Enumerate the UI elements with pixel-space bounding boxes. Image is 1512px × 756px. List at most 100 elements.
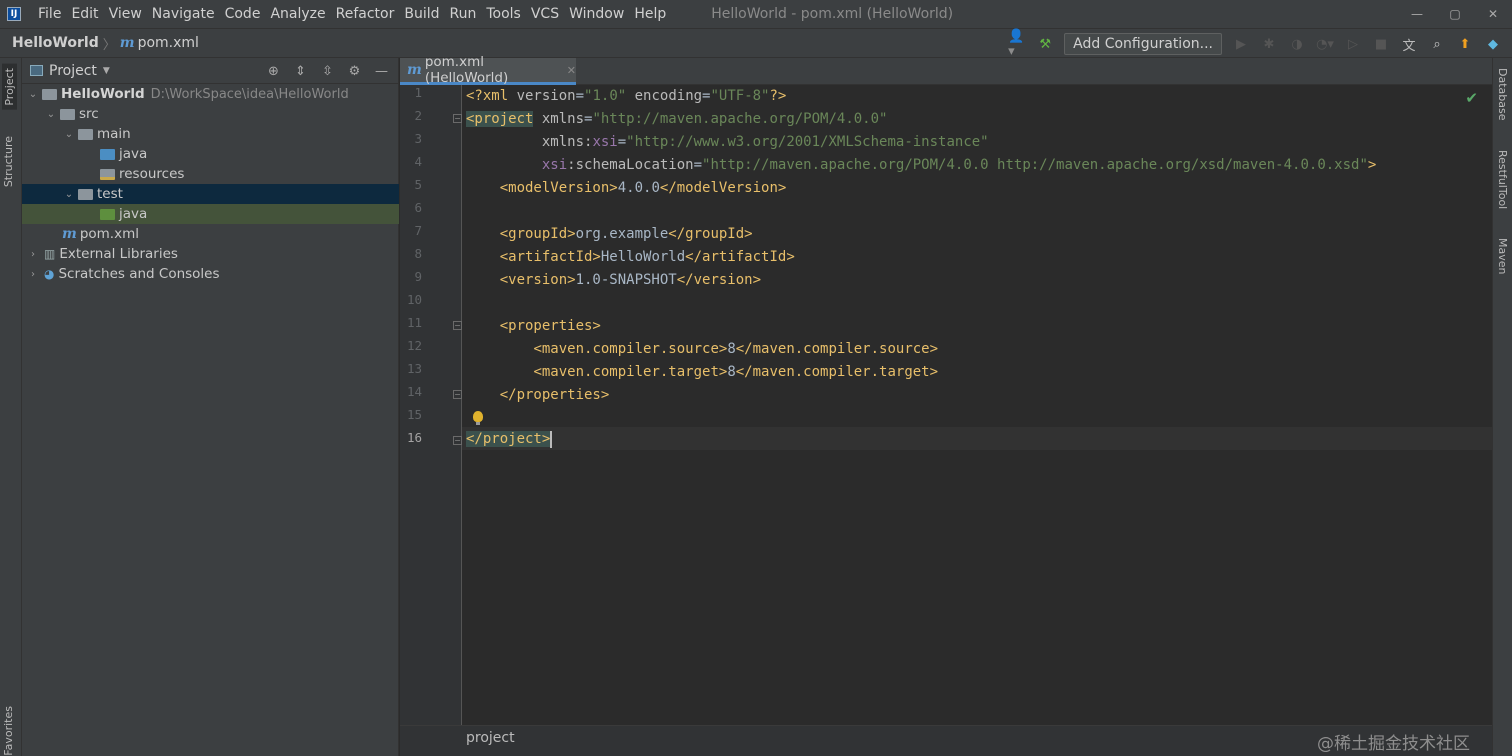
- tree-node-label: External Libraries: [59, 246, 178, 262]
- expand-all-icon[interactable]: ⇕: [292, 64, 309, 79]
- coverage-icon[interactable]: ◑: [1288, 35, 1306, 53]
- tool-tab-maven[interactable]: Maven: [1496, 238, 1509, 274]
- lightbulb-icon[interactable]: [473, 411, 483, 425]
- text-caret: [550, 430, 553, 448]
- search-icon[interactable]: ⌕: [1428, 35, 1446, 53]
- menu-vcs[interactable]: VCS: [526, 6, 564, 22]
- menu-navigate[interactable]: Navigate: [147, 6, 220, 22]
- line-number: 4: [414, 154, 422, 169]
- menu-bar: IJ File Edit View Navigate Code Analyze …: [0, 0, 1512, 28]
- plugin-icon[interactable]: ◆: [1484, 35, 1502, 53]
- menu-file[interactable]: File: [33, 6, 66, 22]
- code-line-12: <maven.compiler.source>8</maven.compiler…: [533, 341, 939, 357]
- code-line-8: <artifactId>HelloWorld</artifactId>: [499, 249, 795, 265]
- window-controls: — ▢ ✕: [1398, 0, 1512, 28]
- tree-node-label: resources: [119, 166, 185, 182]
- code-editor[interactable]: ✔ <?xml version="1.0" encoding="UTF-8"?>…: [462, 85, 1492, 725]
- line-number: 12: [406, 338, 422, 353]
- menu-tools[interactable]: Tools: [481, 6, 526, 22]
- tab-label: pom.xml (HelloWorld): [424, 54, 509, 86]
- tool-tab-project[interactable]: Project: [2, 64, 17, 110]
- libraries-icon: ▥: [44, 247, 56, 261]
- tree-node-label: main: [97, 126, 131, 142]
- line-number: 5: [414, 177, 422, 192]
- tool-tab-structure[interactable]: Structure: [2, 136, 15, 187]
- menu-refactor[interactable]: Refactor: [331, 6, 400, 22]
- tool-tab-restfultool[interactable]: RestfulTool: [1496, 150, 1509, 209]
- translate-icon[interactable]: 文: [1400, 35, 1418, 54]
- close-icon[interactable]: ✕: [567, 64, 576, 77]
- chevron-down-icon[interactable]: ⌄: [44, 109, 58, 120]
- line-number: 1: [414, 85, 422, 100]
- chevron-right-icon[interactable]: ›: [26, 269, 40, 280]
- tree-node-helloworld[interactable]: ⌄ HelloWorld D:\WorkSpace\idea\HelloWorl…: [22, 84, 399, 104]
- debug-icon[interactable]: ✱: [1260, 35, 1278, 53]
- menu-edit[interactable]: Edit: [66, 6, 103, 22]
- fold-marker-icon[interactable]: −: [453, 321, 462, 330]
- tree-node-pom[interactable]: m pom.xml: [22, 224, 399, 244]
- profile-icon[interactable]: ◔▾: [1316, 35, 1334, 53]
- run-dashboard-icon[interactable]: ▷: [1344, 35, 1362, 53]
- chevron-down-icon[interactable]: ▼: [103, 66, 110, 76]
- tree-node-resources[interactable]: resources: [22, 164, 399, 184]
- run-icon[interactable]: ▶: [1232, 35, 1250, 53]
- tree-node-main[interactable]: ⌄ main: [22, 124, 399, 144]
- breadcrumb-file[interactable]: pom.xml: [138, 35, 199, 51]
- stop-icon[interactable]: ■: [1372, 35, 1390, 53]
- minimize-button[interactable]: —: [1398, 0, 1436, 28]
- menu-view[interactable]: View: [104, 6, 147, 22]
- tree-node-test-java[interactable]: java: [22, 204, 399, 224]
- window-title: HelloWorld - pom.xml (HelloWorld): [711, 6, 954, 22]
- xml-breadcrumb-project[interactable]: project: [466, 730, 515, 746]
- project-panel: Project ▼ ⊕ ⇕ ⇳ ⚙ — ⌄ HelloWorld D:\Work…: [22, 58, 399, 756]
- project-path: D:\WorkSpace\idea\HelloWorld: [150, 86, 349, 102]
- chevron-down-icon[interactable]: ⌄: [62, 129, 76, 140]
- tree-node-label: java: [119, 206, 148, 222]
- tab-pom-xml[interactable]: m pom.xml (HelloWorld) ✕: [400, 54, 576, 86]
- chevron-down-icon[interactable]: ⌄: [26, 89, 40, 100]
- menu-window[interactable]: Window: [564, 6, 629, 22]
- right-tool-strip: Database RestfulTool Maven: [1492, 58, 1512, 756]
- code-line-1: <?xml version="1.0" encoding="UTF-8"?>: [466, 88, 787, 104]
- fold-marker-icon[interactable]: −: [453, 390, 462, 399]
- menu-build[interactable]: Build: [399, 6, 444, 22]
- tree-node-label: src: [79, 106, 99, 122]
- line-number: 2: [414, 108, 422, 123]
- tree-node-src[interactable]: ⌄ src: [22, 104, 399, 124]
- checkmark-icon: ✔: [1465, 89, 1478, 107]
- chevron-down-icon[interactable]: ⌄: [62, 189, 76, 200]
- update-icon[interactable]: ⬆: [1456, 35, 1474, 53]
- fold-marker-icon[interactable]: −: [453, 114, 462, 123]
- hide-panel-icon[interactable]: —: [373, 64, 390, 79]
- line-number: 9: [414, 269, 422, 284]
- tree-node-external-libraries[interactable]: › ▥ External Libraries: [22, 244, 399, 264]
- tree-node-label: test: [97, 186, 123, 202]
- add-configuration-button[interactable]: Add Configuration...: [1064, 33, 1222, 55]
- menu-help[interactable]: Help: [629, 6, 671, 22]
- fold-marker-icon[interactable]: −: [453, 436, 462, 445]
- gear-icon[interactable]: ⚙: [346, 64, 363, 79]
- line-number: 10: [406, 292, 422, 307]
- menu-analyze[interactable]: Analyze: [265, 6, 330, 22]
- tree-node-main-java[interactable]: java: [22, 144, 399, 164]
- project-view-selector[interactable]: Project: [49, 63, 97, 79]
- line-number: 7: [414, 223, 422, 238]
- tool-tab-favorites[interactable]: Favorites: [2, 706, 15, 756]
- tree-node-scratches[interactable]: › ◕ Scratches and Consoles: [22, 264, 399, 284]
- maximize-button[interactable]: ▢: [1436, 0, 1474, 28]
- chevron-right-icon[interactable]: ›: [26, 249, 40, 260]
- breadcrumb-project[interactable]: HelloWorld: [12, 35, 99, 51]
- user-dropdown-icon[interactable]: 👤▾: [1008, 29, 1026, 59]
- close-window-button[interactable]: ✕: [1474, 0, 1512, 28]
- locate-file-icon[interactable]: ⊕: [265, 64, 282, 79]
- module-folder-icon: [42, 88, 57, 100]
- tree-node-test[interactable]: ⌄ test: [22, 184, 399, 204]
- tool-tab-database[interactable]: Database: [1496, 68, 1509, 121]
- collapse-all-icon[interactable]: ⇳: [319, 64, 336, 79]
- build-hammer-icon[interactable]: ⚒: [1036, 35, 1054, 53]
- resources-folder-icon: [100, 168, 115, 180]
- line-number: 13: [406, 361, 422, 376]
- project-panel-header: Project ▼ ⊕ ⇕ ⇳ ⚙ —: [22, 58, 398, 84]
- menu-run[interactable]: Run: [445, 6, 482, 22]
- menu-code[interactable]: Code: [220, 6, 266, 22]
